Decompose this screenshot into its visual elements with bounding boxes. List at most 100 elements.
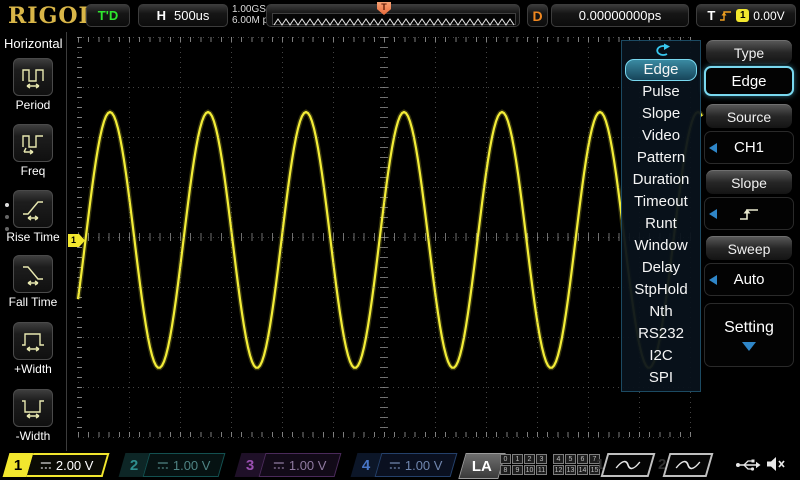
fall-time-icon: [20, 263, 46, 286]
trigger-source-badge: 1: [736, 9, 749, 22]
return-icon: [651, 43, 671, 57]
rising-edge-icon: [719, 9, 732, 22]
preview-window: [272, 13, 516, 25]
minus-width-icon: [20, 397, 46, 420]
sidebar-item-rise-time[interactable]: Rise Time: [0, 190, 66, 244]
speaker-muted-icon: [765, 455, 787, 473]
period-icon: [20, 66, 46, 89]
dc-coupling-icon: [157, 461, 169, 470]
gridline-horizontal: [78, 37, 690, 38]
la-digit: 10: [524, 465, 535, 475]
sine-icon: [613, 459, 642, 471]
la-digit: 14: [577, 465, 588, 475]
sidebar-item-label: -Width: [0, 429, 66, 443]
logic-analyzer-digits: 0 1 2 3 4 5 6 7 8 9 10 11 12 13 14 15: [500, 454, 610, 476]
menu-item-spi[interactable]: SPI: [622, 367, 700, 389]
la-digit: 1: [512, 454, 523, 464]
freq-icon: [20, 132, 46, 155]
gridline-horizontal: [78, 437, 690, 438]
la-digit: 12: [553, 465, 564, 475]
type-label: Type: [706, 40, 792, 64]
la-digit: 0: [500, 454, 511, 464]
sidebar-item-plus-width[interactable]: +Width: [0, 322, 66, 376]
sidebar-item-minus-width[interactable]: -Width: [0, 389, 66, 443]
page-indicator-dot: [5, 215, 9, 219]
sidebar-item-freq[interactable]: Freq: [0, 124, 66, 178]
sidebar-item-period[interactable]: Period: [0, 58, 66, 112]
logic-analyzer-chip[interactable]: LA: [458, 453, 505, 479]
menu-item-pulse[interactable]: Pulse: [622, 81, 700, 103]
page-indicator-dot: [5, 227, 9, 231]
menu-item-window[interactable]: Window: [622, 235, 700, 257]
dc-coupling-icon: [40, 461, 52, 470]
sidebar-title: Horizontal: [4, 36, 63, 51]
la-digit: 8: [500, 465, 511, 475]
slope-value-button[interactable]: [704, 197, 794, 230]
channel-3-chip[interactable]: 3 1.00 V: [235, 453, 342, 477]
setting-label: Setting: [724, 319, 774, 337]
la-digit: 2: [524, 454, 535, 464]
source-value: CH1: [734, 139, 764, 156]
page-indicator-dot: [5, 203, 9, 207]
trigger-status-badge: T'D: [86, 4, 130, 27]
menu-item-i2c[interactable]: I2C: [622, 345, 700, 367]
left-arrow-icon: [709, 209, 717, 219]
plus-width-icon: [20, 330, 46, 353]
sine-icon: [673, 459, 702, 471]
channel-3-scale: 1.00 V: [259, 453, 342, 477]
gridline-horizontal: [78, 237, 690, 238]
down-arrow-icon: [742, 342, 756, 351]
la-digit: 13: [565, 465, 576, 475]
menu-item-delay[interactable]: Delay: [622, 257, 700, 279]
menu-item-nth[interactable]: Nth: [622, 301, 700, 323]
menu-item-slope[interactable]: Slope: [622, 103, 700, 125]
setting-button[interactable]: Setting: [704, 303, 794, 367]
la-digit: 9: [512, 465, 523, 475]
trigger-level-value: 0.00V: [753, 9, 784, 23]
delay-label: D: [527, 4, 548, 27]
channel-1-chip[interactable]: 1 2.00 V: [3, 453, 110, 477]
trigger-type-menu: Edge Pulse Slope Video Pattern Duration …: [621, 40, 701, 392]
waveform-preview-bar: [266, 4, 520, 27]
gridline-horizontal: [78, 287, 690, 288]
menu-item-video[interactable]: Video: [622, 125, 700, 147]
menu-item-stphold[interactable]: StpHold: [622, 279, 700, 301]
source-label: Source: [706, 104, 792, 128]
channel-2-chip[interactable]: 2 1.00 V: [119, 453, 226, 477]
rigol-logo: RIGOL: [8, 3, 95, 29]
dc-coupling-icon: [273, 461, 285, 470]
channel-2-scale: 1.00 V: [143, 453, 226, 477]
menu-item-timeout[interactable]: Timeout: [622, 191, 700, 213]
la-digit: 11: [536, 465, 547, 475]
oscilloscope-screen: RIGOL T'D H 500us 1.00GSa/s 6.00M pts T …: [0, 0, 800, 480]
sidebar-item-label: Rise Time: [0, 230, 66, 244]
source-1-chip[interactable]: [601, 453, 656, 477]
channel-4-chip[interactable]: 4 1.00 V: [351, 453, 458, 477]
menu-item-edge[interactable]: Edge: [625, 59, 697, 81]
menu-item-rs232[interactable]: RS232: [622, 323, 700, 345]
source-2-chip[interactable]: [663, 453, 714, 477]
sweep-value-button[interactable]: Auto: [704, 263, 794, 296]
la-digit: 6: [577, 454, 588, 464]
gridline-horizontal: [78, 387, 690, 388]
la-digit: 5: [565, 454, 576, 464]
sidebar-item-fall-time[interactable]: Fall Time: [0, 255, 66, 309]
trigger-readout: T 1 0.00V: [696, 4, 796, 27]
trigger-label: T: [707, 8, 715, 23]
menu-item-duration[interactable]: Duration: [622, 169, 700, 191]
sidebar-item-label: Freq: [0, 164, 66, 178]
dc-coupling-icon: [389, 461, 401, 470]
type-value-button[interactable]: Edge: [704, 66, 794, 96]
menu-item-pattern[interactable]: Pattern: [622, 147, 700, 169]
slope-label: Slope: [706, 170, 792, 194]
sidebar-divider: [66, 32, 67, 451]
source-value-button[interactable]: CH1: [704, 131, 794, 164]
menu-item-runt[interactable]: Runt: [622, 213, 700, 235]
menu-back-button[interactable]: [622, 41, 700, 59]
sweep-label: Sweep: [706, 236, 792, 260]
delay-readout: 0.00000000ps: [551, 4, 689, 27]
la-digit: 3: [536, 454, 547, 464]
usb-icon: [735, 457, 761, 473]
gridline-horizontal: [78, 337, 690, 338]
preview-waveform-icon: [273, 17, 515, 27]
